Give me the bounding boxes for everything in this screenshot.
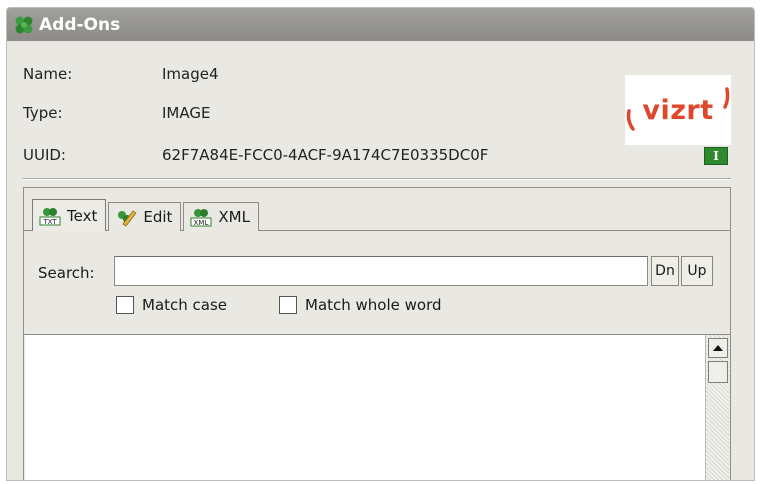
- name-value: Image4: [162, 65, 219, 83]
- svg-text:TXT: TXT: [42, 218, 57, 226]
- separator: [23, 178, 731, 180]
- text-content-area[interactable]: [25, 335, 705, 480]
- match-whole-word-label: Match whole word: [305, 296, 442, 314]
- tab-edit-label: Edit: [143, 208, 173, 226]
- search-label: Search:: [38, 264, 95, 282]
- svg-text:XML: XML: [194, 219, 209, 227]
- match-case-label: Match case: [142, 296, 228, 314]
- tab-strip: TXT Text Edit XML XML: [32, 199, 261, 231]
- window-title: Add-Ons: [39, 14, 121, 35]
- tab-edit[interactable]: Edit: [108, 202, 182, 231]
- type-label: Type:: [23, 104, 63, 122]
- tab-xml-label: XML: [218, 208, 250, 226]
- title-bar: Add-Ons: [7, 8, 754, 41]
- info-icon[interactable]: I: [704, 147, 728, 165]
- uuid-label: UUID:: [23, 146, 66, 164]
- search-up-button[interactable]: Up: [681, 256, 713, 286]
- type-value: IMAGE: [162, 104, 211, 122]
- scroll-thumb[interactable]: [708, 361, 728, 383]
- tab-xml[interactable]: XML XML: [183, 202, 259, 231]
- match-whole-word-checkbox[interactable]: Match whole word: [279, 296, 442, 314]
- vertical-scrollbar[interactable]: [705, 335, 729, 480]
- scroll-up-button[interactable]: [708, 338, 728, 358]
- puzzle-plugin-icon: [13, 14, 35, 36]
- match-whole-word-box[interactable]: [279, 296, 297, 314]
- info-glyph: I: [713, 149, 719, 163]
- tab-text[interactable]: TXT Text: [32, 199, 107, 231]
- text-plugin-icon: TXT: [39, 206, 61, 226]
- name-label: Name:: [23, 65, 73, 83]
- match-case-checkbox[interactable]: Match case: [116, 296, 227, 314]
- edit-plugin-icon: [115, 207, 137, 227]
- plugin-panel: TXT Text Edit XML XML Search: Dn Up Matc…: [23, 187, 731, 480]
- tab-text-label: Text: [67, 206, 98, 225]
- match-case-box[interactable]: [116, 296, 134, 314]
- vizrt-logo: vizrt: [625, 75, 731, 145]
- uuid-value: 62F7A84E-FCC0-4ACF-9A174C7E0335DC0F: [162, 146, 489, 164]
- search-input[interactable]: [114, 256, 648, 286]
- add-ons-window: Add-Ons Name: Image4 Type: IMAGE UUID: 6…: [6, 7, 755, 481]
- arrow-up-icon: [713, 345, 723, 351]
- search-down-button[interactable]: Dn: [651, 256, 679, 286]
- xml-plugin-icon: XML: [190, 207, 212, 227]
